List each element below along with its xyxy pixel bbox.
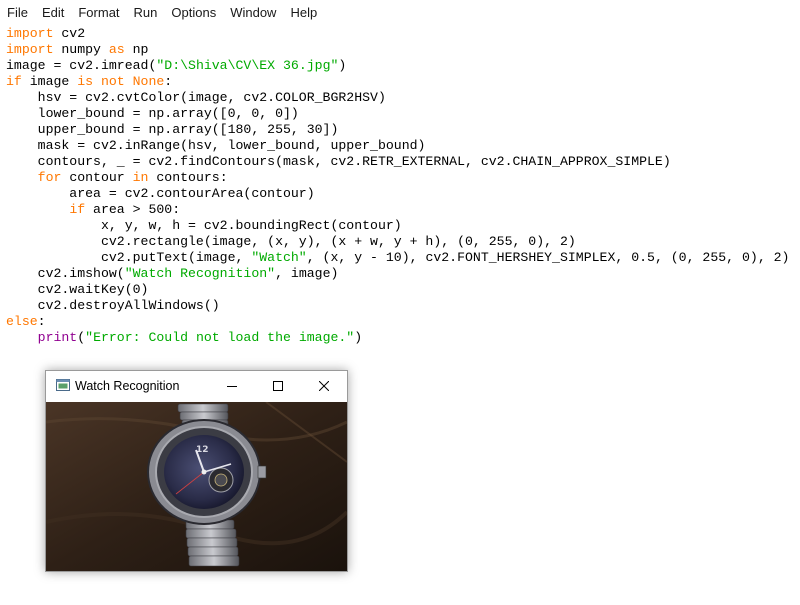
maximize-icon [273,381,283,391]
code-line: mask = cv2.inRange(hsv, lower_bound, upp… [6,138,800,154]
code-keyword: for [37,170,62,185]
code-line: import numpy as np [6,42,800,58]
code-line: import cv2 [6,26,800,42]
code-line: else: [6,314,800,330]
code-text: cv2.rectangle(image, (x, y), (x + w, y +… [6,234,576,249]
code-builtin: print [37,330,78,345]
code-line: cv2.imshow("Watch Recognition", image) [6,266,800,282]
code-text: : [164,74,173,89]
code-text: , image) [275,266,339,281]
menu-options[interactable]: Options [164,0,223,24]
code-keyword: if [6,74,22,89]
code-string: "Watch" [251,250,307,265]
app-window-icon [56,379,70,391]
menu-file[interactable]: File [0,0,35,24]
code-text: , (x, y - 10), cv2.FONT_HERSHEY_SIMPLEX,… [306,250,790,265]
code-text: ) [354,330,363,345]
code-text: cv2.waitKey(0) [6,282,149,297]
code-text: x, y, w, h = cv2.boundingRect(contour) [6,218,402,233]
window-title: Watch Recognition [75,379,180,393]
watch-image: 12 [46,402,347,571]
code-text: mask = cv2.inRange(hsv, lower_bound, upp… [6,138,426,153]
code-line: if image is not None: [6,74,800,90]
menu-run[interactable]: Run [127,0,165,24]
code-text: cv2.putText(image, [6,250,252,265]
code-text: np [124,42,149,57]
code-line: upper_bound = np.array([180, 255, 30]) [6,122,800,138]
code-string: "D:\Shiva\CV\EX 36.jpg" [156,58,339,73]
code-text: upper_bound = np.array([180, 255, 30]) [6,122,339,137]
code-text: cv2 [53,26,86,41]
minimize-icon [227,386,237,387]
menu-window[interactable]: Window [223,0,283,24]
code-string: "Watch Recognition" [124,266,276,281]
code-text: lower_bound = np.array([0, 0, 0]) [6,106,299,121]
code-text: area > 500: [85,202,181,217]
code-line: if area > 500: [6,202,800,218]
code-line: cv2.rectangle(image, (x, y), (x + w, y +… [6,234,800,250]
code-text: image = cv2.imread( [6,58,157,73]
code-line: hsv = cv2.cvtColor(image, cv2.COLOR_BGR2… [6,90,800,106]
code-line: contours, _ = cv2.findContours(mask, cv2… [6,154,800,170]
watch-photo: 12 [46,402,347,571]
code-text: ) [338,58,347,73]
code-text: image [21,74,78,89]
code-keyword: import [6,42,54,57]
code-line: x, y, w, h = cv2.boundingRect(contour) [6,218,800,234]
code-text: contours, _ = cv2.findContours(mask, cv2… [6,154,671,169]
menu-edit[interactable]: Edit [35,0,71,24]
code-text: cv2.destroyAllWindows() [6,298,220,313]
code-text: ( [77,330,86,345]
code-line: cv2.putText(image, "Watch", (x, y - 10),… [6,250,800,266]
window-titlebar[interactable]: Watch Recognition [46,371,347,401]
menu-help[interactable]: Help [283,0,324,24]
code-keyword: if [69,202,86,217]
minimize-button[interactable] [209,371,255,401]
code-line: for contour in contours: [6,170,800,186]
code-text: area = cv2.contourArea(contour) [6,186,315,201]
code-text: contour [61,170,133,185]
code-text: cv2.imshow( [6,266,125,281]
code-keyword: in [132,170,149,185]
code-keyword: is not [77,74,125,89]
code-text: : [37,314,46,329]
code-line: print("Error: Could not load the image."… [6,330,800,346]
code-editor[interactable]: import cv2 import numpy as np image = cv2.… [6,26,800,356]
code-line: image = cv2.imread("D:\Shiva\CV\EX 36.jp… [6,58,800,74]
maximize-button[interactable] [255,371,301,401]
close-icon [319,381,329,391]
watch-recognition-window[interactable]: Watch Recognition 12 [45,370,348,572]
code-line: lower_bound = np.array([0, 0, 0]) [6,106,800,122]
code-text: numpy [53,42,109,57]
code-string: "Error: Could not load the image." [85,330,355,345]
menu-format[interactable]: Format [71,0,126,24]
menu-bar: File Edit Format Run Options Window Help [0,0,800,24]
code-text: contours: [148,170,228,185]
code-keyword: None [132,74,165,89]
code-line: cv2.destroyAllWindows() [6,298,800,314]
code-keyword: import [6,26,54,41]
close-button[interactable] [301,371,347,401]
code-text: hsv = cv2.cvtColor(image, cv2.COLOR_BGR2… [6,90,386,105]
code-keyword: as [108,42,125,57]
code-line: cv2.waitKey(0) [6,282,800,298]
code-line: area = cv2.contourArea(contour) [6,186,800,202]
code-keyword: else [6,314,38,329]
